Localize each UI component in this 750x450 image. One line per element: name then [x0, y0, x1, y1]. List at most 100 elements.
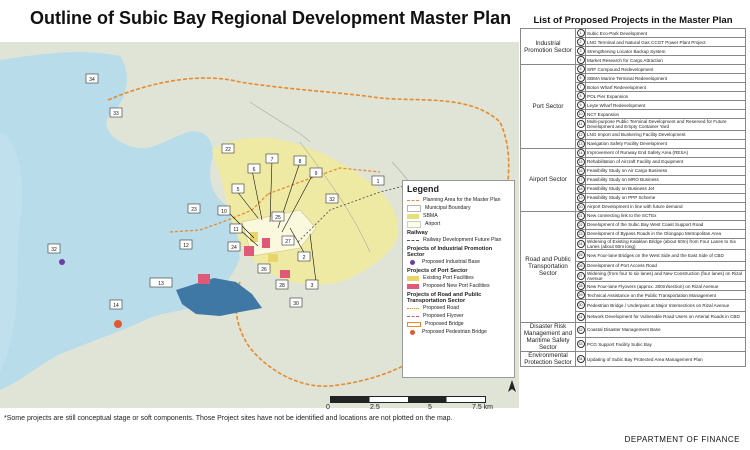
project-number: 25: [575, 249, 586, 262]
legend-item-road: Proposed Road: [407, 304, 510, 312]
svg-text:8: 8: [299, 159, 302, 165]
project-number: 17: [575, 174, 586, 185]
project-name: SRF Compound Redevelopment: [585, 64, 746, 74]
scale-bar: 0 2.5 5 7.5 km: [322, 394, 502, 416]
project-number: 8: [575, 91, 586, 101]
project-number: 4: [575, 55, 586, 65]
svg-text:12: 12: [183, 243, 189, 249]
project-number: 10: [575, 109, 586, 119]
project-number-circle: 19: [576, 193, 585, 202]
svg-text:6: 6: [253, 167, 256, 173]
project-number: 3: [575, 46, 586, 56]
project-name: Improvement of Runway End Safety Area (R…: [585, 147, 746, 158]
project-number-circle: 10: [576, 110, 585, 118]
project-name: LNG Terminal and Natural Gas CCGT Power …: [585, 37, 746, 47]
map-label-33: 33: [109, 107, 123, 118]
legend-item-port-existing: Existing Port Facilities: [407, 274, 510, 282]
map-label-23: 24: [227, 241, 241, 252]
port-new-1: [262, 238, 270, 248]
svg-text:13: 13: [158, 281, 164, 287]
bridge-swatch: [407, 321, 421, 327]
project-number: 28: [575, 281, 586, 291]
project-number-circle: 26: [576, 261, 585, 270]
map-label-13: 13: [149, 277, 173, 288]
project-name: Pedestrian Bridge / Underpass at Major I…: [585, 299, 746, 312]
svg-text:10: 10: [221, 209, 227, 215]
svg-text:14: 14: [113, 303, 119, 309]
project-row: Industrial Promotion Sector 1 Subic Eco-Pa…: [520, 28, 746, 65]
map-label-1: 1: [371, 175, 385, 186]
project-number: 32: [575, 322, 586, 338]
map-label-8: 8: [293, 155, 307, 166]
project-number-circle: 30: [576, 301, 585, 310]
project-number: 21: [575, 210, 586, 221]
project-name: Development of Port Access Road: [585, 260, 746, 271]
project-number: 2: [575, 37, 586, 47]
project-name: Airport Development in line with future …: [585, 201, 746, 212]
svg-text:32: 32: [329, 197, 335, 203]
project-number: 12: [575, 129, 586, 140]
project-row: Airport Sector 14 Improvement of Runway En…: [520, 147, 746, 212]
legend-item-flyover: Proposed Flyover: [407, 312, 510, 320]
project-number: 30: [575, 299, 586, 312]
map-label-7: 7: [265, 153, 279, 164]
svg-text:33: 33: [113, 111, 119, 117]
svg-text:25: 25: [275, 215, 281, 221]
svg-text:7: 7: [271, 157, 274, 163]
project-number-circle: 11: [576, 120, 585, 129]
svg-text:11: 11: [233, 227, 238, 233]
project-number: 1: [575, 28, 586, 38]
scale-tick-3: 7.5 km: [472, 404, 494, 411]
svg-text:1: 1: [377, 179, 380, 185]
sector-name: Port Sector: [520, 64, 576, 149]
industrial-base-marker-1: [59, 259, 65, 265]
project-name: New Four-lane Bridges on the West Side a…: [585, 249, 746, 262]
svg-text:9: 9: [315, 171, 318, 177]
map-label-22: 23: [187, 203, 201, 214]
project-number-circle: 24: [576, 239, 585, 248]
project-number: 33: [575, 336, 586, 352]
map-label-6: 6: [247, 163, 261, 174]
project-name: Strengthening Locator Backup System: [585, 46, 746, 56]
project-number: 26: [575, 260, 586, 271]
project-name: POL Pier Expansion: [585, 91, 746, 101]
project-name: Development of the Subic Bay West Coast …: [585, 219, 746, 230]
legend-item-bridge: Proposed Bridge: [407, 320, 510, 328]
port-existing-swatch: [407, 275, 419, 281]
project-name: NCT Expansion: [585, 109, 746, 119]
pedestrian-bridge-marker: [114, 320, 122, 328]
legend-item-pedestrian-bridge: Proposed Pedestrian Bridge: [407, 328, 510, 336]
project-number-circle: 32: [576, 325, 585, 334]
project-number-circle: 9: [576, 101, 585, 109]
project-number: 29: [575, 290, 586, 300]
project-name: Feasibility Study on Air Cargo Business: [585, 165, 746, 176]
map-label-2: 2: [297, 251, 311, 262]
map-label-14: 14: [109, 299, 123, 310]
project-number-circle: 5: [576, 65, 585, 73]
project-number: 23: [575, 228, 586, 239]
map-label-5: 5: [231, 183, 245, 194]
project-number-circle: 22: [576, 220, 585, 229]
map-label-27: 28: [275, 279, 289, 290]
project-number: 20: [575, 201, 586, 212]
project-name: Market Research for Cargo Attraction: [585, 55, 746, 65]
project-number-circle: 31: [576, 312, 585, 321]
project-name: Technical Assistance on the Public Trans…: [585, 290, 746, 300]
project-number: 9: [575, 100, 586, 110]
project-number: 11: [575, 118, 586, 131]
proposed-road-swatch: [407, 307, 419, 309]
legend-item-airport: Airport: [407, 220, 510, 228]
project-number-circle: 27: [576, 271, 585, 280]
project-row: Road and Public Transportation Sector 21 N…: [520, 210, 746, 323]
legend-item-planning-area: Planning Area for the Master Plan: [407, 196, 510, 204]
legend-item-railway: Railway Development Future Plan: [407, 236, 510, 244]
port-new-4: [280, 270, 290, 278]
project-number: 15: [575, 156, 586, 167]
project-name: Coastal Disaster Management Base: [585, 322, 746, 338]
project-name: LNG Import and Bunkering Facility Develo…: [585, 129, 746, 140]
project-name: SBMA Marine Terminal Redevelopment: [585, 73, 746, 83]
sbma-swatch: [407, 213, 419, 219]
map-legend: Legend Planning Area for the Master Plan…: [402, 180, 515, 378]
project-name: PCG Support Facility Subic Bay: [585, 336, 746, 352]
project-row: Environmental Protection Sector 34 Updatin…: [520, 351, 746, 367]
